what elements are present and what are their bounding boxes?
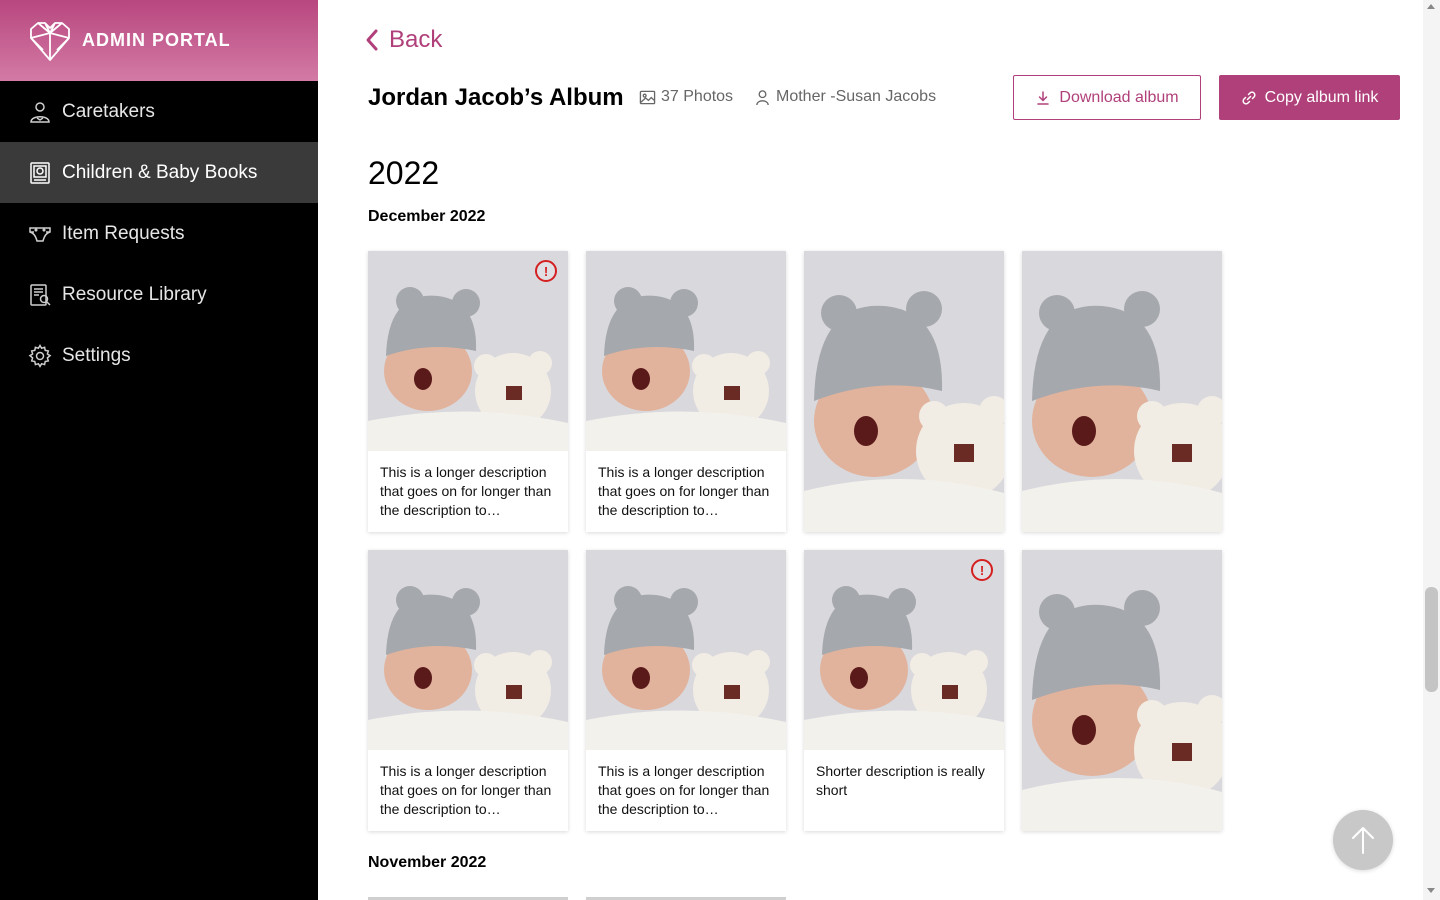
sidebar-item-item-requests[interactable]: Item Requests: [0, 203, 318, 264]
photo-card[interactable]: This is a longer description that goes o…: [586, 251, 786, 532]
album-title: Jordan Jacob’s Album: [368, 84, 624, 111]
copy-album-link-label: Copy album link: [1264, 88, 1379, 106]
photo-thumbnail: [586, 550, 786, 750]
arrow-up-icon: [1352, 827, 1374, 854]
brand-header[interactable]: ADMIN PORTAL: [0, 0, 318, 81]
baby-photo: [1022, 550, 1222, 831]
photo-card[interactable]: ! Shorter description is really short: [804, 550, 1004, 831]
month-heading-december: December 2022: [368, 208, 486, 225]
baby-photo: [368, 550, 568, 750]
library-search-icon: [30, 283, 51, 306]
scroll-down-arrow-icon[interactable]: [1427, 888, 1435, 893]
photo-description: This is a longer description that goes o…: [380, 464, 552, 518]
image-icon: [639, 90, 656, 104]
photo-thumbnail: [804, 251, 1004, 532]
photo-card[interactable]: This is a longer description that goes o…: [586, 550, 786, 831]
photo-description: This is a longer description that goes o…: [598, 464, 770, 518]
diaper-icon: [29, 226, 51, 242]
photo-card[interactable]: ! This is a longer description that goes…: [368, 251, 568, 532]
caretaker-icon: [30, 101, 50, 123]
download-album-label: Download album: [1059, 88, 1179, 106]
photo-thumbnail: [1022, 251, 1222, 532]
user-icon: [756, 89, 769, 105]
baby-book-icon: [30, 161, 50, 184]
photo-thumbnail: [368, 550, 568, 750]
sidebar-item-label: Children & Baby Books: [62, 161, 258, 183]
month-heading-november: November 2022: [368, 854, 487, 871]
download-icon: [1037, 90, 1050, 105]
photo-thumbnail: [586, 251, 786, 451]
back-link[interactable]: Back: [363, 26, 442, 54]
album-owner: Mother -Susan Jacobs: [754, 88, 936, 106]
photo-thumbnail: !: [804, 550, 1004, 750]
chevron-left-icon: [366, 29, 378, 51]
back-label: Back: [389, 26, 443, 53]
heart-logo-icon: [30, 21, 70, 61]
photo-card[interactable]: [804, 251, 1004, 532]
sidebar-item-settings[interactable]: Settings: [0, 325, 318, 386]
sidebar-item-label: Resource Library: [62, 283, 207, 305]
sidebar-item-resource-library[interactable]: Resource Library: [0, 264, 318, 325]
sidebar-item-caretakers[interactable]: Caretakers: [0, 81, 318, 142]
album-owner-label: Mother -Susan Jacobs: [776, 88, 937, 105]
photo-thumbnail: !: [368, 251, 568, 451]
page-scrollbar[interactable]: [1423, 0, 1440, 900]
baby-photo: [804, 251, 1004, 532]
photo-description: This is a longer description that goes o…: [598, 763, 770, 817]
alert-icon[interactable]: !: [971, 559, 993, 581]
baby-photo: [804, 550, 1004, 750]
photo-count: 37 Photos: [639, 88, 733, 106]
photo-description: This is a longer description that goes o…: [380, 763, 552, 817]
sidebar-item-label: Settings: [62, 344, 131, 366]
scroll-up-arrow-icon[interactable]: [1427, 4, 1435, 9]
baby-photo: [368, 251, 568, 451]
scroll-to-top-button[interactable]: [1333, 810, 1393, 870]
gear-icon: [28, 343, 52, 368]
baby-photo: [586, 251, 786, 451]
baby-photo: [1022, 251, 1222, 532]
photo-card[interactable]: This is a longer description that goes o…: [368, 550, 568, 831]
sidebar-item-label: Caretakers: [62, 100, 155, 122]
copy-album-link-button[interactable]: Copy album link: [1219, 75, 1400, 120]
photo-description: Shorter description is really short: [816, 763, 985, 798]
sidebar-nav: Caretakers Children & Baby Books Item Re…: [0, 81, 318, 386]
photo-card[interactable]: [1022, 251, 1222, 532]
alert-icon[interactable]: !: [535, 260, 557, 282]
sidebar-item-children-baby-books[interactable]: Children & Baby Books: [0, 142, 318, 203]
photo-count-label: 37 Photos: [661, 88, 734, 105]
brand-label: ADMIN PORTAL: [82, 30, 231, 50]
photo-card[interactable]: [1022, 550, 1222, 831]
scrollbar-thumb[interactable]: [1425, 587, 1438, 692]
link-icon: [1242, 90, 1256, 105]
main-content: Back Jordan Jacob’s Album 37 Photos Moth…: [318, 0, 1423, 900]
sidebar-item-label: Item Requests: [62, 222, 185, 244]
baby-photo: [586, 550, 786, 750]
download-album-button[interactable]: Download album: [1013, 75, 1201, 120]
year-heading: 2022: [368, 155, 440, 191]
photo-thumbnail: [1022, 550, 1222, 831]
sidebar: ADMIN PORTAL Caretakers Children & Baby …: [0, 0, 318, 900]
